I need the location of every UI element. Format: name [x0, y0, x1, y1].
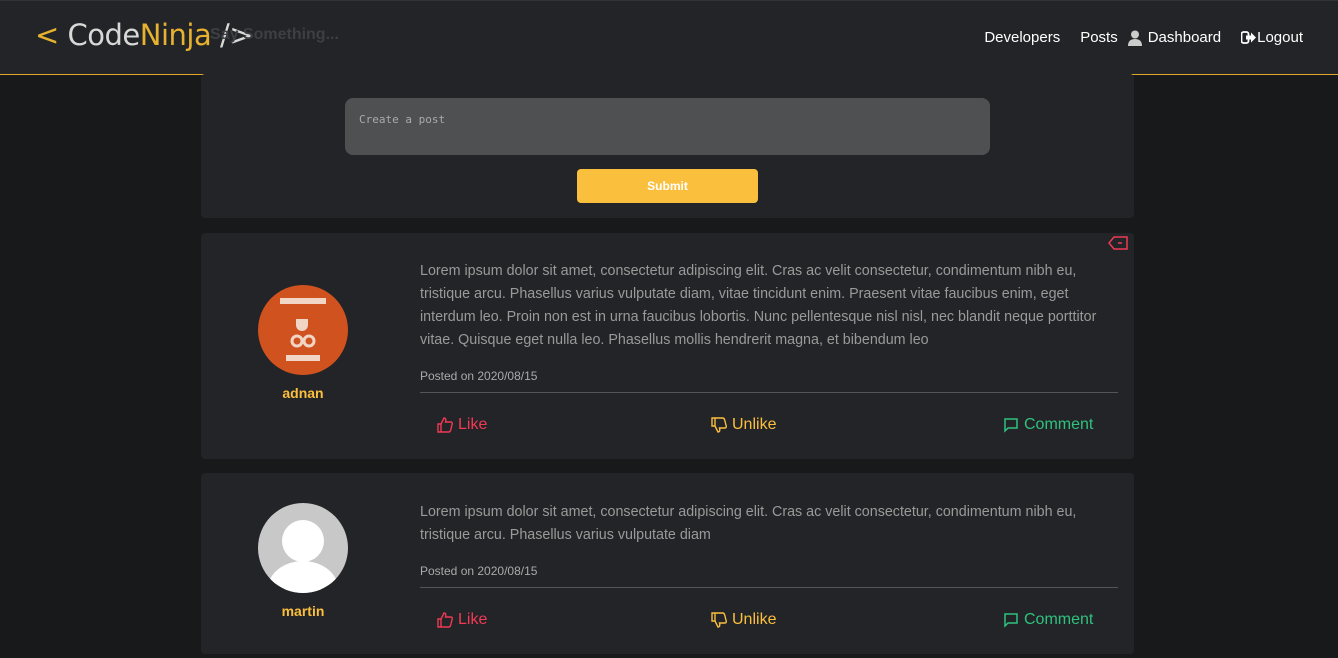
post-date: Posted on 2020/08/15: [420, 369, 538, 383]
navbar: < CodeNinja /> Say Something... Develope…: [0, 0, 1338, 75]
create-post-input[interactable]: [345, 98, 990, 155]
post-card: adnan Lorem ipsum dolor sit amet, consec…: [201, 233, 1134, 459]
delete-icon[interactable]: [1108, 236, 1128, 250]
post-date: Posted on 2020/08/15: [420, 564, 538, 578]
logout-icon: [1241, 31, 1257, 44]
avatar[interactable]: [258, 503, 348, 593]
user-icon: [1127, 30, 1142, 46]
default-user-icon: [267, 520, 339, 593]
post-text: Lorem ipsum dolor sit amet, consectetur …: [420, 504, 1077, 543]
thumbs-up-icon: [437, 612, 453, 628]
divider: [420, 392, 1118, 393]
tagline: Say Something...: [210, 26, 339, 43]
post-username[interactable]: adnan: [201, 385, 405, 401]
comment-icon: [1004, 613, 1018, 628]
nav-dashboard[interactable]: Dashboard: [1127, 29, 1221, 46]
comment-button[interactable]: Comment: [1003, 611, 1093, 629]
nav-developers[interactable]: Developers: [984, 29, 1060, 46]
thumbs-up-icon: [437, 417, 453, 433]
programmer-badge-icon: [280, 298, 326, 361]
comment-icon: [1004, 418, 1018, 433]
post-text: Lorem ipsum dolor sit amet, consectetur …: [420, 263, 1097, 348]
divider: [420, 587, 1118, 588]
nav-posts[interactable]: Posts: [1080, 29, 1118, 46]
post-card: martin Lorem ipsum dolor sit amet, conse…: [201, 473, 1134, 654]
avatar[interactable]: [258, 285, 348, 375]
like-button[interactable]: Like: [437, 416, 487, 434]
nav-logout[interactable]: Logout: [1241, 29, 1303, 46]
comment-button[interactable]: Comment: [1003, 416, 1093, 434]
like-button[interactable]: Like: [437, 611, 487, 629]
post-username[interactable]: martin: [201, 603, 405, 619]
unlike-button[interactable]: Unlike: [711, 611, 776, 629]
submit-button[interactable]: Submit: [577, 169, 758, 203]
create-post-card: Submit: [201, 74, 1134, 218]
unlike-button[interactable]: Unlike: [711, 416, 776, 434]
thumbs-down-icon: [711, 417, 727, 433]
thumbs-down-icon: [711, 612, 727, 628]
